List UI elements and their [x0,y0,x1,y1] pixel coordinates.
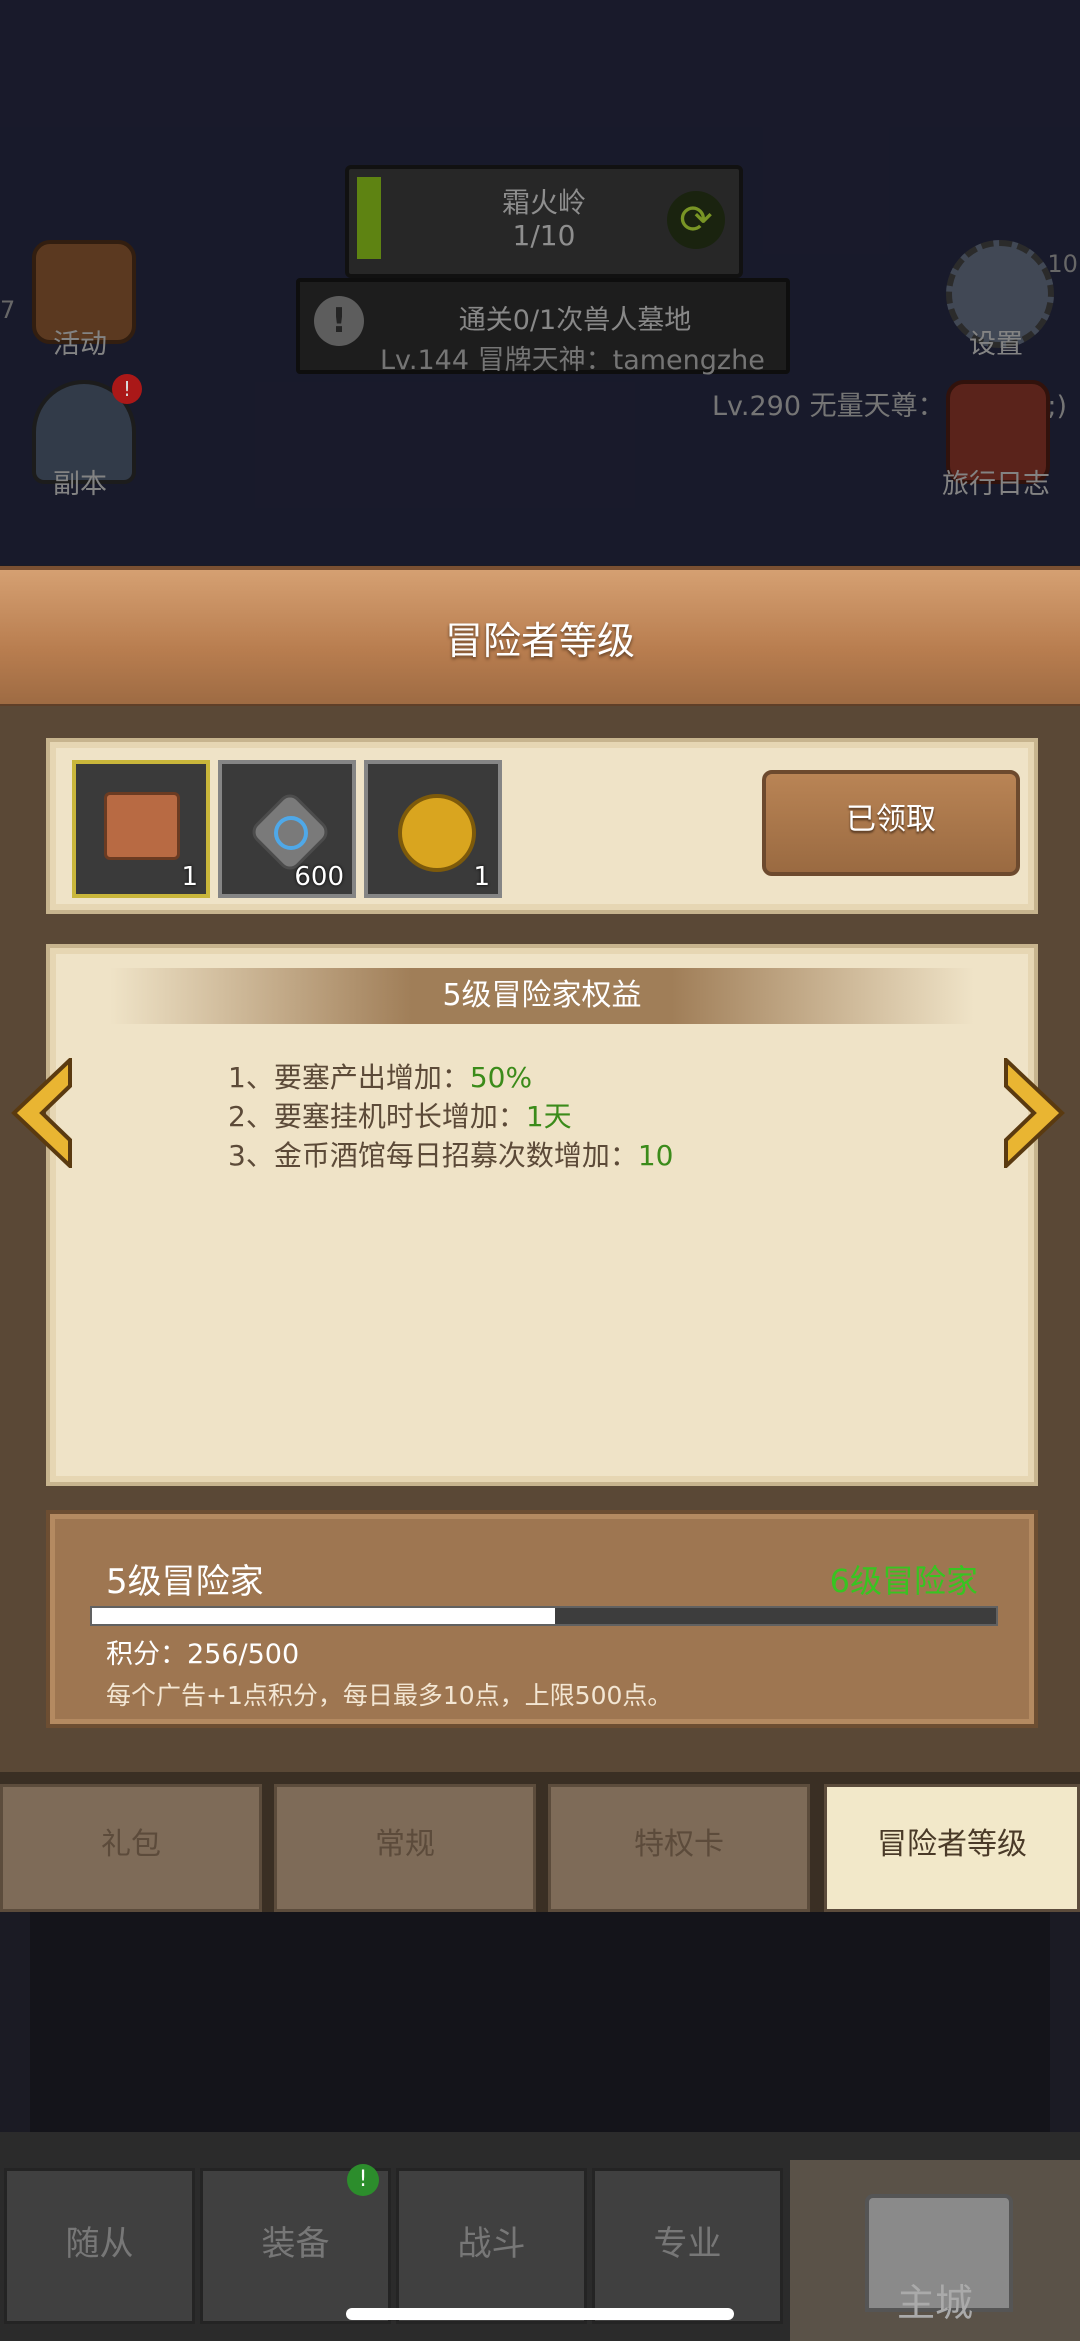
benefit-title: 5级冒险家权益 [110,968,974,1024]
rune-swirl-icon [274,816,308,850]
points-label: 积分：256/500 [106,1639,300,1670]
points-progress-fill [92,1608,555,1624]
modal-overlay [0,0,1080,565]
benefit-line: 1、要塞产出增加：50% [228,1061,533,1094]
reward-item[interactable]: 600 [218,760,356,898]
tab-gift[interactable]: 礼包 [0,1784,262,1912]
item-count: 600 [294,862,344,892]
nav-followers[interactable]: 随从 [4,2168,195,2324]
notification-badge: ! [347,2164,379,2196]
next-level: 6级冒险家 [829,1562,978,1600]
benefit-line: 2、要塞挂机时长增加：1天 [228,1100,572,1133]
nav-battle[interactable]: 战斗 [396,2168,587,2324]
panel-header: 冒险者等级 [0,566,1080,710]
tab-regular[interactable]: 常规 [274,1784,536,1912]
next-arrow-icon[interactable] [1002,1058,1066,1168]
prev-arrow-icon[interactable] [10,1058,74,1168]
nav-profession[interactable]: 专业 [592,2168,783,2324]
benefit-line: 3、金币酒馆每日招募次数增加：10 [228,1139,674,1172]
tab-privilege-card[interactable]: 特权卡 [548,1784,810,1912]
reward-item[interactable]: 1 [364,760,502,898]
item-count: 1 [473,862,490,892]
nav-main-city-label: 主城 [896,2281,973,2325]
nav-main-city[interactable]: 主城 [790,2160,1080,2341]
reward-item[interactable]: 1 [72,760,210,898]
content-area [30,1912,1050,2132]
claimed-button[interactable]: 已领取 [762,770,1020,876]
gold-medal-icon [398,794,476,872]
item-count: 1 [181,862,198,892]
level-progress-card: 5级冒险家 6级冒险家 积分：256/500 每个广告+1点积分，每日最多10点… [46,1510,1038,1728]
tab-adventurer-level[interactable]: 冒险者等级 [824,1784,1080,1912]
points-hint: 每个广告+1点积分，每日最多10点，上限500点。 [106,1681,673,1710]
current-level: 5级冒险家 [106,1562,264,1602]
benefit-card: 5级冒险家权益 1、要塞产出增加：50% 2、要塞挂机时长增加：1天 3、金币酒… [46,944,1038,1486]
panel-title: 冒险者等级 [444,619,635,663]
skill-book-icon [104,792,180,860]
home-indicator[interactable] [346,2308,734,2320]
points-progress-bar [90,1606,998,1626]
